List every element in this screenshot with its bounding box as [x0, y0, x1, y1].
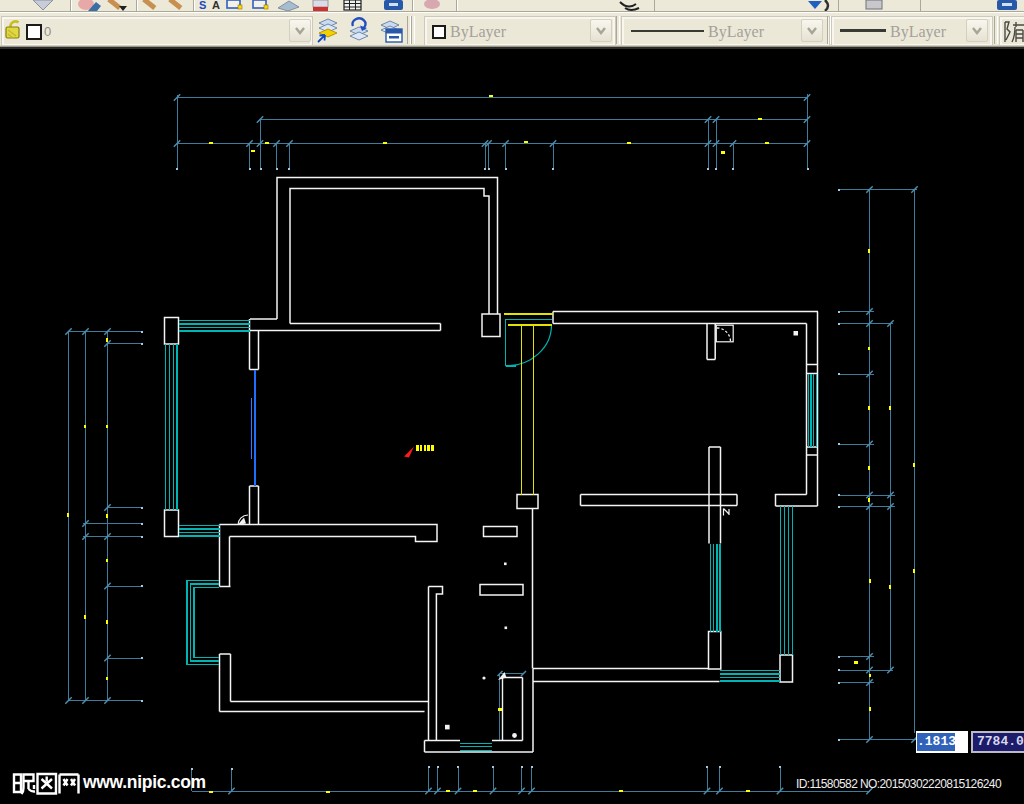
svg-text:A: A [212, 0, 220, 11]
svg-text:S: S [199, 0, 206, 11]
